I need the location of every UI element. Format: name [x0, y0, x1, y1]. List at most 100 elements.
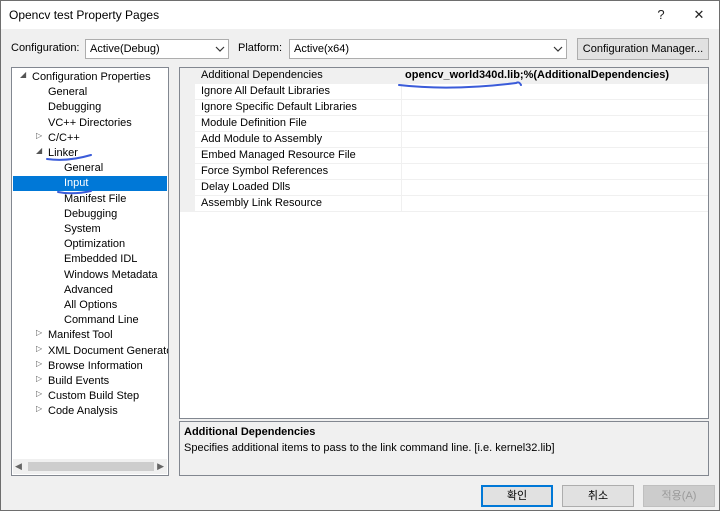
expand-arrow-icon[interactable]: ▷ — [36, 359, 42, 368]
property-row[interactable]: Embed Managed Resource File — [180, 148, 708, 164]
collapse-arrow-icon[interactable]: ◢ — [20, 70, 26, 79]
title-bar: Opencv test Property Pages ? ✕ — [1, 1, 719, 29]
tree-item[interactable]: System — [64, 222, 101, 237]
tree-item[interactable]: Optimization — [64, 237, 125, 252]
description-heading: Additional Dependencies — [184, 426, 316, 438]
tree-item-label: XML Document Generator — [48, 344, 169, 357]
tree-item[interactable]: Advanced — [64, 283, 113, 298]
property-row[interactable]: Add Module to Assembly — [180, 132, 708, 148]
tree-item-label: Debugging — [64, 207, 118, 220]
scroll-right-icon[interactable]: ▶ — [157, 461, 164, 472]
property-name: Assembly Link Resource — [201, 197, 323, 209]
platform-value: Active(x64) — [294, 43, 350, 55]
tree-item-label: Debugging — [48, 101, 102, 114]
collapse-arrow-icon[interactable]: ◢ — [36, 146, 42, 155]
help-button[interactable]: ? — [643, 1, 679, 29]
expand-arrow-icon[interactable]: ▷ — [36, 328, 42, 337]
property-name: Module Definition File — [201, 117, 307, 129]
tree-item-label: Code Analysis — [48, 405, 118, 418]
property-pages-dialog: Opencv test Property Pages ? ✕ Configura… — [0, 0, 720, 511]
scroll-left-icon[interactable]: ◀ — [15, 461, 22, 472]
property-row[interactable]: Assembly Link Resource — [180, 196, 708, 212]
tree-item[interactable]: All Options — [64, 298, 117, 313]
tree-item-label: Embedded IDL — [64, 253, 138, 266]
platform-dropdown[interactable]: Active(x64) — [289, 39, 567, 59]
tree-item[interactable]: Linker — [48, 146, 78, 161]
expand-arrow-icon[interactable]: ▷ — [36, 344, 42, 353]
tree-item-label: C/C++ — [48, 131, 80, 144]
configuration-label: Configuration: — [11, 42, 80, 54]
expand-arrow-icon[interactable]: ▷ — [36, 389, 42, 398]
tree-item[interactable]: Manifest File — [64, 192, 126, 207]
cancel-button[interactable]: 취소 — [562, 485, 634, 507]
description-panel: Additional Dependencies Specifies additi… — [179, 421, 709, 476]
platform-label: Platform: — [238, 42, 283, 54]
property-value[interactable]: opencv_world340d.lib;%(AdditionalDepende… — [405, 69, 669, 81]
tree-item-label: General — [64, 162, 104, 175]
column-divider — [401, 100, 402, 116]
property-name: Delay Loaded Dlls — [201, 181, 291, 193]
tree-item[interactable]: Debugging — [64, 207, 117, 222]
tree-item-label: General — [48, 86, 88, 99]
property-row[interactable]: Delay Loaded Dlls — [180, 180, 708, 196]
close-button[interactable]: ✕ — [681, 1, 717, 29]
expand-arrow-icon[interactable]: ▷ — [36, 374, 42, 383]
expand-arrow-icon[interactable]: ▷ — [36, 404, 42, 413]
property-row[interactable]: Ignore Specific Default Libraries — [180, 100, 708, 116]
configuration-dropdown[interactable]: Active(Debug) — [85, 39, 229, 59]
property-grid: Additional Dependencies opencv_world340d.… — [179, 67, 709, 419]
column-divider — [401, 180, 402, 196]
configuration-value: Active(Debug) — [90, 43, 160, 55]
property-name: Ignore Specific Default Libraries — [201, 101, 357, 113]
configuration-manager-button[interactable]: Configuration Manager... — [577, 38, 709, 60]
property-row[interactable]: Module Definition File — [180, 116, 708, 132]
tree-item-label: Windows Metadata — [64, 268, 158, 281]
tree-item[interactable]: Windows Metadata — [64, 268, 158, 283]
tree-item[interactable]: Configuration Properties — [32, 70, 151, 85]
ok-button[interactable]: 확인 — [481, 485, 553, 507]
tree-item-label: Linker — [48, 147, 78, 159]
property-row[interactable]: Force Symbol References — [180, 164, 708, 180]
tree-item-label: All Options — [64, 299, 118, 311]
tree-item[interactable]: Build Events — [48, 374, 109, 389]
property-row[interactable]: Additional Dependencies opencv_world340d.… — [180, 68, 708, 84]
property-row[interactable]: Ignore All Default Libraries — [180, 84, 708, 100]
tree-item-label: VC++ Directories — [48, 116, 132, 129]
tree-item[interactable]: VC++ Directories — [48, 116, 132, 131]
tree-item-label: Advanced — [64, 283, 113, 296]
tree-item-label: Browse Information — [48, 359, 143, 372]
tree-item[interactable]: Input — [13, 176, 167, 192]
tree-item[interactable]: Embedded IDL — [64, 252, 137, 267]
window-title: Opencv test Property Pages — [9, 8, 160, 22]
tree-item[interactable]: Custom Build Step — [48, 389, 139, 404]
column-divider — [401, 148, 402, 164]
chevron-down-icon — [553, 46, 563, 52]
property-tree: ◢ Configuration Properties General Debuggin… — [11, 67, 169, 476]
column-divider — [401, 132, 402, 148]
tree-item-label: Optimization — [64, 238, 126, 251]
tree-item[interactable]: General — [48, 85, 87, 100]
tree-item-label: Command Line — [64, 314, 139, 327]
tree-item-label: Manifest File — [64, 192, 127, 205]
tree-item[interactable]: Browse Information — [48, 359, 143, 374]
tree-horizontal-scrollbar[interactable]: ◀ ▶ — [13, 459, 167, 474]
column-divider — [401, 116, 402, 132]
tree-item-label: Configuration Properties — [32, 71, 151, 83]
property-name: Embed Managed Resource File — [201, 149, 356, 161]
tree-item-label: Manifest Tool — [48, 329, 113, 342]
tree-item[interactable]: Manifest Tool — [48, 328, 113, 343]
tree-item[interactable]: Code Analysis — [48, 404, 118, 419]
description-text: Specifies additional items to pass to th… — [184, 442, 555, 454]
tree-item[interactable]: Debugging — [48, 100, 101, 115]
expand-arrow-icon[interactable]: ▷ — [36, 131, 42, 140]
scrollbar-thumb[interactable] — [28, 462, 154, 471]
apply-button[interactable]: 적용(A) — [643, 485, 715, 507]
property-name: Add Module to Assembly — [201, 133, 323, 145]
column-divider — [401, 164, 402, 180]
tree-item[interactable]: General — [64, 161, 103, 176]
tree-item[interactable]: Command Line — [64, 313, 139, 328]
tree-item[interactable]: C/C++ — [48, 131, 80, 146]
column-divider — [401, 84, 402, 100]
property-name: Force Symbol References — [201, 165, 329, 177]
tree-item[interactable]: XML Document Generator — [48, 344, 169, 359]
